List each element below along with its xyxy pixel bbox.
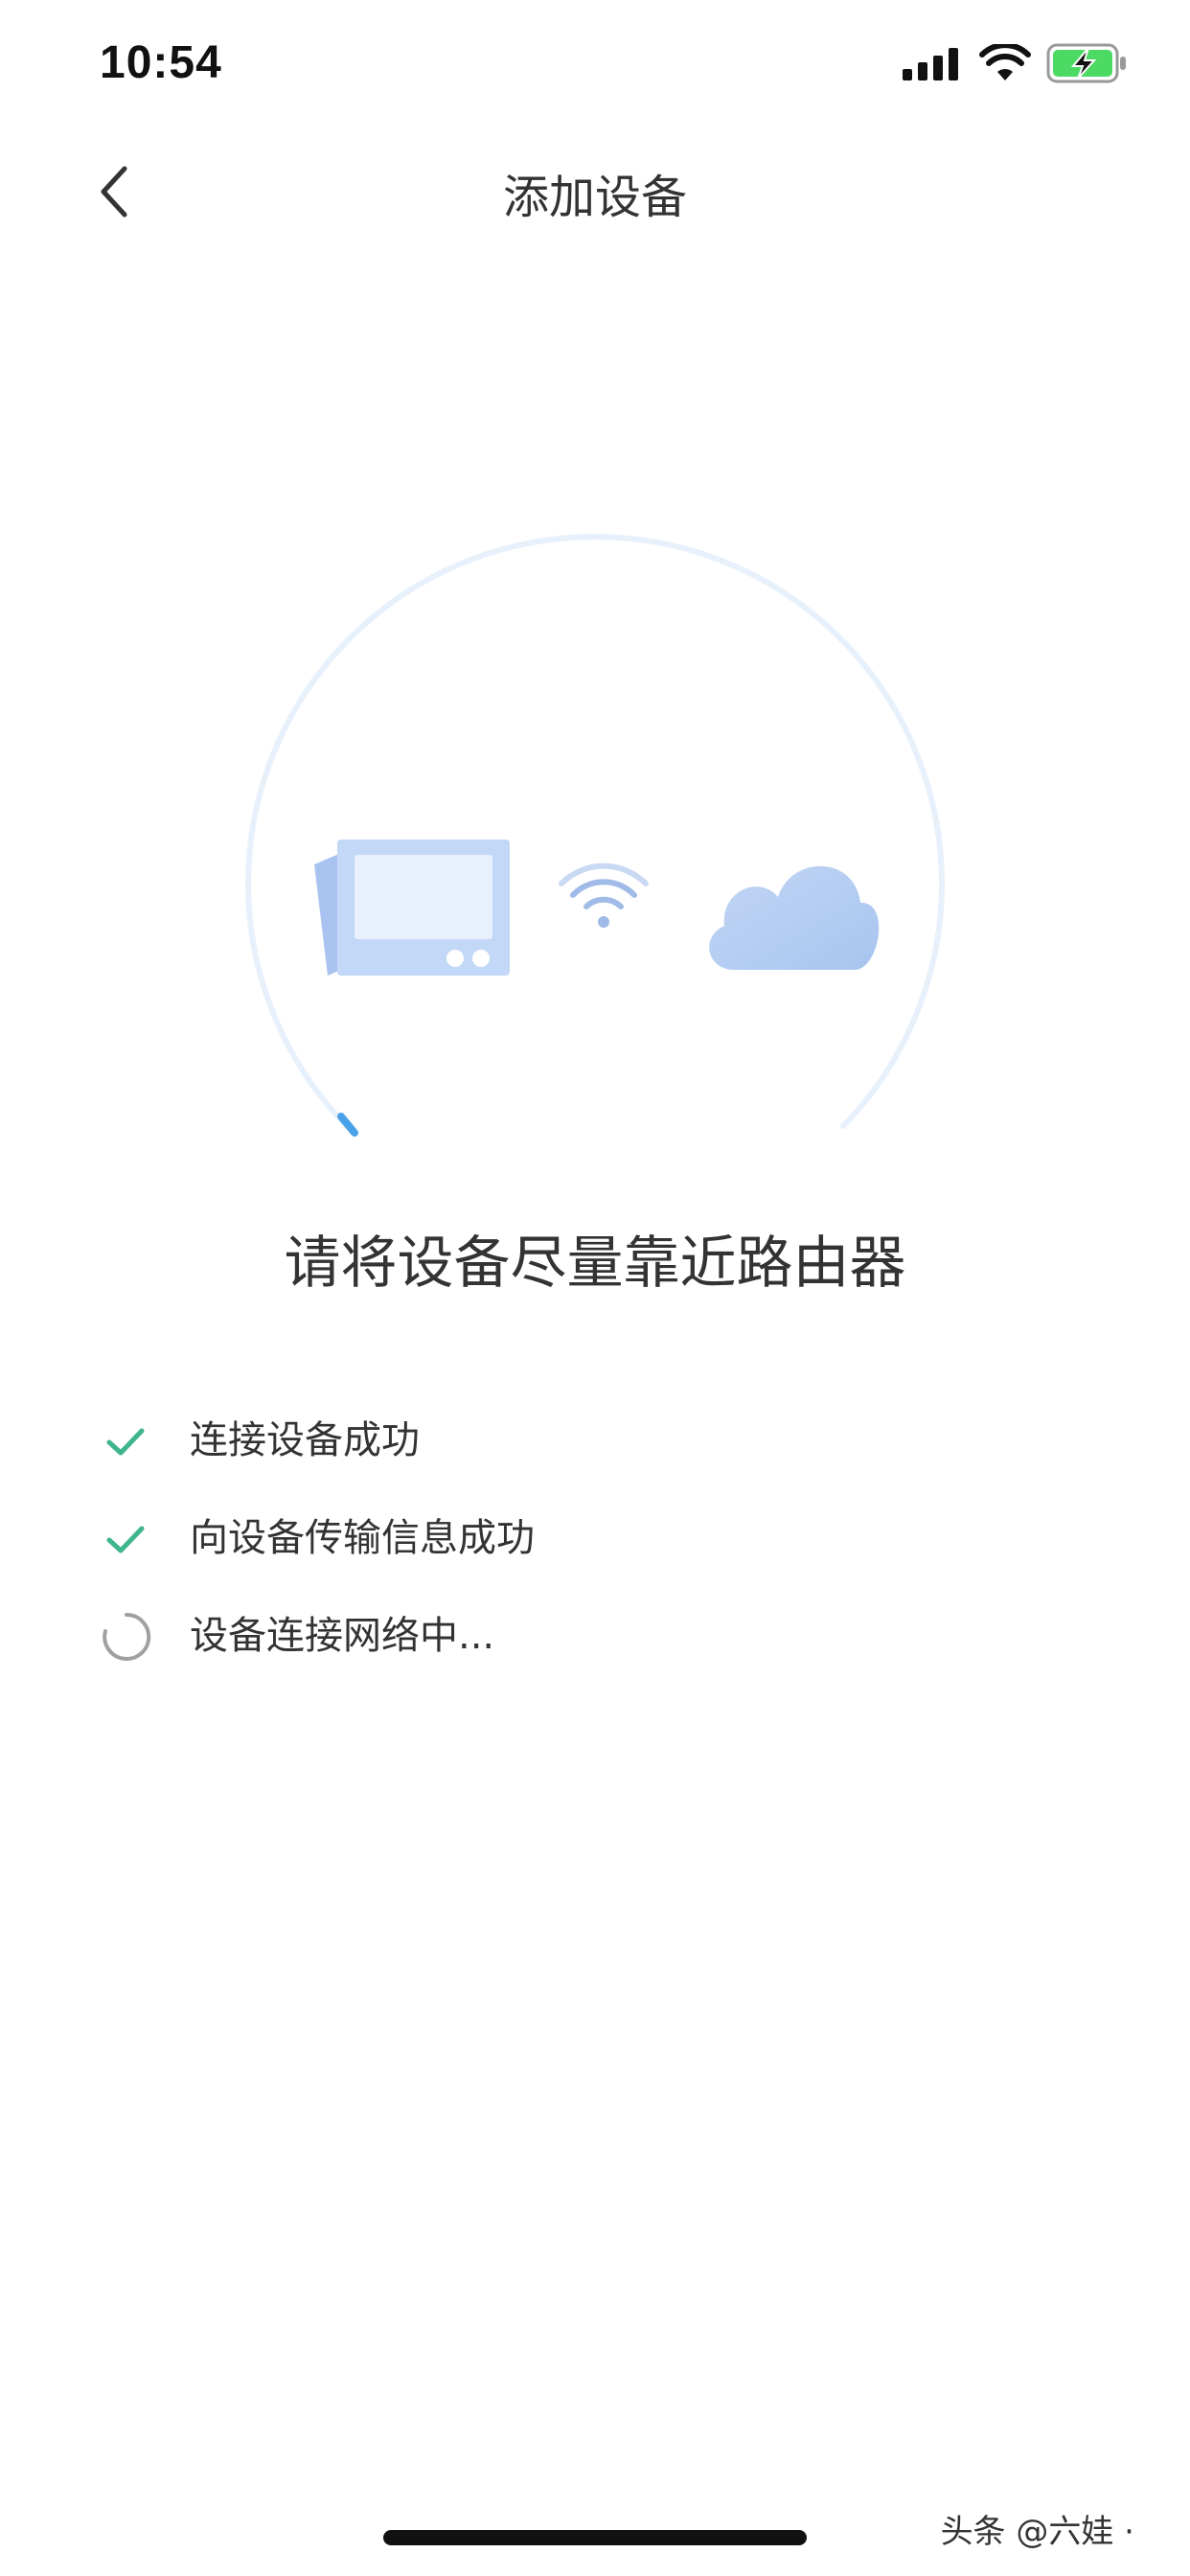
smart-display-icon [314, 840, 510, 976]
step-label: 连接设备成功 [190, 1418, 420, 1462]
illustration-canvas [245, 534, 945, 1137]
wifi-icon [559, 862, 649, 928]
check-icon [106, 1428, 145, 1456]
connection-illustration [0, 518, 1190, 1169]
watermark: 头条 @六娃 · [940, 2513, 1134, 2551]
battery-charging-icon [1046, 43, 1126, 83]
status-time: 10:54 [100, 37, 222, 88]
step-label: 设备连接网络中... [190, 1614, 495, 1658]
step-item: 设备连接网络中... [100, 1591, 1058, 1689]
nav-bar: 添加设备 [0, 134, 1190, 249]
signal-icon [903, 48, 958, 80]
progress-indicator [337, 1113, 358, 1137]
home-indicator[interactable] [383, 2530, 807, 2545]
status-icons [903, 42, 1133, 86]
progress-ring [245, 534, 945, 1129]
status-bar: 10:54 [0, 0, 1190, 134]
wifi-icon [979, 44, 1031, 80]
step-item: 连接设备成功 [100, 1395, 1058, 1493]
check-icon [106, 1526, 145, 1553]
loading-spinner-icon [103, 1612, 151, 1661]
step-item: 向设备传输信息成功 [100, 1493, 1058, 1591]
page-title: 添加设备 [502, 171, 687, 224]
tip-text: 请将设备尽量靠近路由器 [284, 1230, 906, 1296]
step-label: 向设备传输信息成功 [190, 1516, 535, 1560]
cloud-icon [709, 865, 880, 970]
connection-steps: 连接设备成功 向设备传输信息成功 设备连接网络中... [100, 1395, 1058, 1689]
